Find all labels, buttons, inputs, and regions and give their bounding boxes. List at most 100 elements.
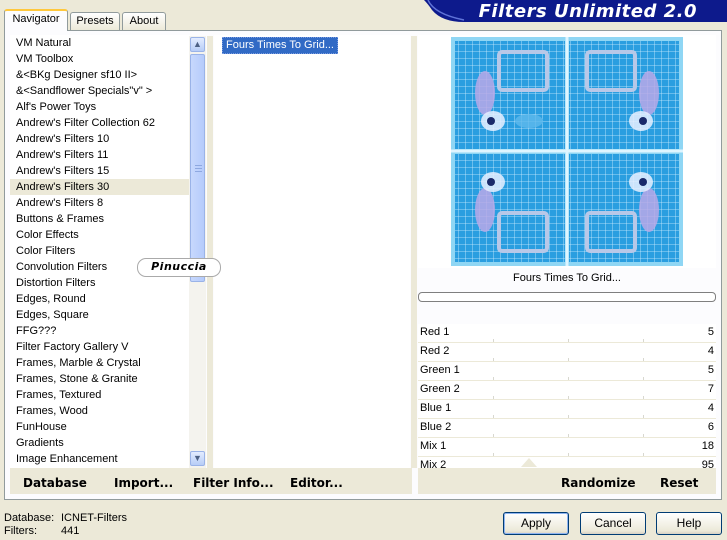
title-banner: Filters Unlimited 2.0 xyxy=(424,0,727,22)
category-item[interactable]: Buttons & Frames xyxy=(10,211,190,227)
category-item[interactable]: Alf's Power Toys xyxy=(10,99,190,115)
category-item[interactable]: Andrew's Filters 8 xyxy=(10,195,190,211)
param-value: 4 xyxy=(707,402,714,414)
reset-button[interactable]: Reset xyxy=(660,476,698,490)
param-row[interactable]: Mix 1 18 xyxy=(418,438,716,457)
category-item[interactable]: Distortion Filters xyxy=(10,275,190,291)
param-value: 4 xyxy=(707,345,714,357)
tab-navigator[interactable]: Navigator xyxy=(4,9,68,31)
slider-tick xyxy=(493,339,494,342)
param-value: 18 xyxy=(701,440,714,452)
database-button[interactable]: Database xyxy=(23,476,87,490)
slider-tick xyxy=(493,396,494,399)
progress-bar xyxy=(418,292,716,302)
slider-tick xyxy=(568,415,569,418)
category-item[interactable]: Andrew's Filters 15 xyxy=(10,163,190,179)
slider-tick xyxy=(643,358,644,361)
splitter-right[interactable] xyxy=(411,36,417,468)
help-button[interactable]: Help xyxy=(656,512,722,535)
filter-list[interactable]: Fours Times To Grid... xyxy=(214,35,410,468)
slider-tick xyxy=(643,377,644,380)
category-item[interactable]: FFG??? xyxy=(10,323,190,339)
slider-tick xyxy=(493,377,494,380)
slider-tick xyxy=(568,339,569,342)
category-item[interactable]: Filter Factory Gallery V xyxy=(10,339,190,355)
category-item[interactable]: VM Natural xyxy=(10,35,190,51)
category-item[interactable]: Andrew's Filters 11 xyxy=(10,147,190,163)
param-value: 5 xyxy=(707,364,714,376)
category-item[interactable]: Frames, Stone & Granite xyxy=(10,371,190,387)
category-item[interactable]: Color Filters xyxy=(10,243,190,259)
category-item[interactable]: Frames, Marble & Crystal xyxy=(10,355,190,371)
param-row[interactable]: Red 1 5 xyxy=(418,324,716,343)
filter-item-selected[interactable]: Fours Times To Grid... xyxy=(222,37,338,54)
randomize-button[interactable]: Randomize xyxy=(561,476,635,490)
category-item[interactable]: VM Toolbox xyxy=(10,51,190,67)
database-label: Database: xyxy=(4,512,55,524)
param-label: Green 2 xyxy=(420,383,460,395)
slider-tick xyxy=(643,434,644,437)
param-row[interactable]: Green 2 7 xyxy=(418,381,716,400)
category-item[interactable]: Andrew's Filters 10 xyxy=(10,131,190,147)
preview-image xyxy=(451,37,683,266)
database-value: ICNET-Filters xyxy=(61,512,127,524)
slider-tick xyxy=(568,396,569,399)
slider-tick xyxy=(493,358,494,361)
slider-tick xyxy=(568,453,569,456)
app-title: Filters Unlimited 2.0 xyxy=(478,1,697,22)
slider-tick xyxy=(568,434,569,437)
param-value: 7 xyxy=(707,383,714,395)
import-button[interactable]: Import... xyxy=(114,476,173,490)
category-item[interactable]: FunHouse xyxy=(10,419,190,435)
slider-tick xyxy=(643,453,644,456)
scroll-down-button[interactable]: ▼ xyxy=(190,451,205,466)
category-scrollbar[interactable]: ▲ ▼ xyxy=(189,36,206,468)
splitter-left[interactable] xyxy=(207,36,213,468)
param-value: 6 xyxy=(707,421,714,433)
slider-tick xyxy=(643,415,644,418)
param-label: Red 2 xyxy=(420,345,450,357)
slider-pointer-icon xyxy=(521,458,537,467)
category-item[interactable]: Color Effects xyxy=(10,227,190,243)
current-filter-name: Fours Times To Grid... xyxy=(513,272,621,284)
category-list[interactable]: VM Natural VM Toolbox &<BKg Designer sf10 … xyxy=(10,35,190,468)
param-row[interactable]: Blue 2 6 xyxy=(418,419,716,438)
scroll-thumb[interactable] xyxy=(190,54,205,282)
scroll-up-button[interactable]: ▲ xyxy=(190,37,205,52)
category-item[interactable]: &<Sandflower Specials"v" > xyxy=(10,83,190,99)
parameter-list: Red 1 5 Red 2 4 Green 1 5 Green 2 7 Blue 1 4 Blue … xyxy=(418,324,716,476)
slider-tick xyxy=(493,453,494,456)
param-label: Red 1 xyxy=(420,326,450,338)
category-item[interactable]: Image Enhancement xyxy=(10,451,190,467)
slider-tick xyxy=(643,396,644,399)
param-label: Mix 1 xyxy=(420,440,447,452)
category-item[interactable]: Andrew's Filter Collection 62 xyxy=(10,115,190,131)
category-item[interactable]: Frames, Wood xyxy=(10,403,190,419)
param-row[interactable]: Red 2 4 xyxy=(418,343,716,362)
category-item[interactable]: &<BKg Designer sf10 II> xyxy=(10,67,190,83)
param-label: Blue 2 xyxy=(420,421,452,433)
slider-tick xyxy=(643,339,644,342)
category-item[interactable]: Edges, Square xyxy=(10,307,190,323)
slider-tick xyxy=(493,415,494,418)
category-item[interactable]: Edges, Round xyxy=(10,291,190,307)
filters-count-label: Filters: xyxy=(4,525,37,537)
category-item[interactable]: Frames, Textured xyxy=(10,387,190,403)
slider-tick xyxy=(493,434,494,437)
tab-presets[interactable]: Presets xyxy=(70,12,120,30)
apply-button[interactable]: Apply xyxy=(503,512,569,535)
cancel-button[interactable]: Cancel xyxy=(580,512,646,535)
param-row[interactable]: Blue 1 4 xyxy=(418,400,716,419)
slider-tick xyxy=(568,377,569,380)
category-item-selected[interactable]: Andrew's Filters 30 xyxy=(10,179,190,195)
filter-info-button[interactable]: Filter Info... xyxy=(193,476,274,490)
watermark-badge: Pinuccia xyxy=(137,258,221,277)
category-item[interactable]: Gradients xyxy=(10,435,190,451)
param-value: 5 xyxy=(707,326,714,338)
param-label: Green 1 xyxy=(420,364,460,376)
filters-count-value: 441 xyxy=(61,525,80,537)
tab-about[interactable]: About xyxy=(122,12,166,30)
slider-tick xyxy=(568,358,569,361)
param-row[interactable]: Green 1 5 xyxy=(418,362,716,381)
editor-button[interactable]: Editor... xyxy=(290,476,343,490)
